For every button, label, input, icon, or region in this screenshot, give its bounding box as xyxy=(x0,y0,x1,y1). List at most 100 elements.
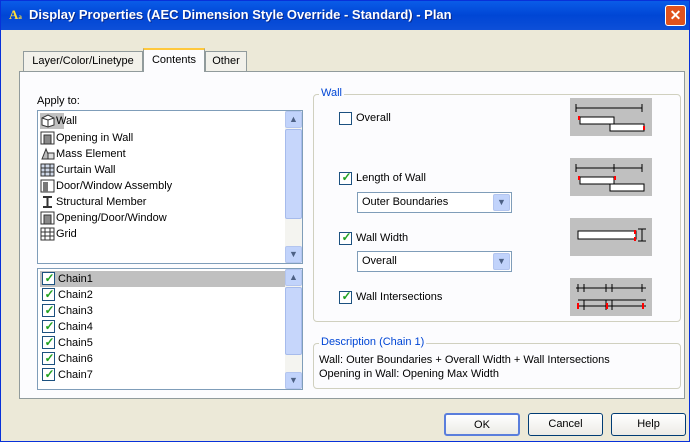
close-icon: ✕ xyxy=(669,7,682,23)
overall-preview-drawing xyxy=(575,104,645,132)
wall-width-checkbox[interactable]: ✓ xyxy=(339,230,352,245)
tab-label: Layer/Color/Linetype xyxy=(32,55,134,67)
length-of-wall-label: Length of Wall xyxy=(356,172,426,184)
wall-group-title: Wall xyxy=(319,87,344,99)
chevron-down-icon: ▼ xyxy=(289,375,298,385)
tab-label: Contents xyxy=(151,54,197,66)
mass-element-icon xyxy=(41,147,55,160)
chevron-up-icon: ▲ xyxy=(289,114,298,124)
curtain-wall-icon xyxy=(40,163,55,177)
scroll-thumb[interactable] xyxy=(285,287,302,355)
checkmark-icon: ✓ xyxy=(44,271,55,285)
ok-label: OK xyxy=(474,419,490,431)
chevron-down-icon: ▼ xyxy=(289,249,298,259)
objects-scrollbar[interactable]: ▲ ▼ xyxy=(285,111,302,263)
scroll-down-button[interactable]: ▼ xyxy=(285,246,302,263)
wall-width-label: Wall Width xyxy=(356,232,409,244)
grid-icon xyxy=(40,227,55,241)
scroll-thumb[interactable] xyxy=(285,129,302,219)
wall-intersections-label: Wall Intersections xyxy=(356,291,443,303)
length-preview-drawing xyxy=(575,164,645,192)
window-title: Display Properties (AEC Dimension Style … xyxy=(29,7,452,22)
wall-width-select[interactable]: Overall ▼ xyxy=(357,251,512,272)
structural-member-icon xyxy=(43,196,52,208)
wall-icon xyxy=(41,114,55,128)
list-item-door-window-assembly[interactable]: Door/Window Assembly xyxy=(40,178,240,194)
dialog-window: Aa Display Properties (AEC Dimension Sty… xyxy=(0,0,690,442)
intersections-preview-drawing xyxy=(576,284,646,310)
checkmark-icon: ✓ xyxy=(44,303,55,317)
door-window-assembly-icon xyxy=(40,179,55,193)
list-item-mass-element[interactable]: Mass Element xyxy=(40,146,240,162)
checkmark-icon: ✓ xyxy=(44,335,55,349)
description-line-2: Opening in Wall: Opening Max Width xyxy=(319,368,499,380)
chevron-down-icon: ▼ xyxy=(497,256,506,266)
opening-icon xyxy=(40,211,55,225)
apply-to-label: Apply to: xyxy=(37,95,80,107)
chain7-checkbox[interactable]: ✓ xyxy=(42,367,55,381)
chain1-checkbox[interactable]: ✓ xyxy=(42,271,55,285)
overall-label: Overall xyxy=(356,112,391,124)
overall-checkbox[interactable] xyxy=(339,112,352,125)
list-item-chain7[interactable]: ✓ Chain7 xyxy=(40,367,240,383)
help-button[interactable]: Help xyxy=(611,413,686,436)
list-item-structural-member[interactable]: Structural Member xyxy=(40,194,240,210)
chain6-checkbox[interactable]: ✓ xyxy=(42,351,55,365)
cancel-label: Cancel xyxy=(548,418,583,430)
width-preview-drawing xyxy=(577,228,646,242)
checkmark-icon: ✓ xyxy=(44,367,55,381)
wall-intersections-preview xyxy=(570,278,652,316)
chain5-checkbox[interactable]: ✓ xyxy=(42,335,55,349)
description-groupbox xyxy=(313,343,681,389)
apply-to-objects-list[interactable]: Wall Opening in Wall Mass Element Curtai… xyxy=(37,110,303,264)
chain2-checkbox[interactable]: ✓ xyxy=(42,287,55,301)
list-item-opening-door-window[interactable]: Opening/Door/Window xyxy=(40,210,240,226)
checkmark-icon: ✓ xyxy=(44,351,55,365)
wall-intersections-checkbox[interactable]: ✓ xyxy=(339,289,352,304)
tab-contents[interactable]: Contents xyxy=(143,48,205,72)
chains-list[interactable]: ✓ Chain1 ✓ Chain2 ✓ Chain3 ✓ Chain4 ✓ Ch… xyxy=(37,268,303,390)
list-item-grid[interactable]: Grid xyxy=(40,226,240,242)
list-item-chain2[interactable]: ✓ Chain2 xyxy=(40,287,240,303)
length-of-wall-preview xyxy=(570,158,652,196)
checkmark-icon: ✓ xyxy=(341,289,352,303)
list-item-chain4[interactable]: ✓ Chain4 xyxy=(40,319,240,335)
title-bar[interactable]: Aa Display Properties (AEC Dimension Sty… xyxy=(1,1,689,30)
chevron-up-icon: ▲ xyxy=(289,272,298,282)
chains-scrollbar[interactable]: ▲ ▼ xyxy=(285,269,302,389)
chain4-checkbox[interactable]: ✓ xyxy=(42,319,55,333)
help-label: Help xyxy=(637,418,660,430)
list-item-chain1[interactable]: ✓ Chain1 xyxy=(40,271,285,287)
list-item-curtain-wall[interactable]: Curtain Wall xyxy=(40,162,240,178)
scroll-down-button[interactable]: ▼ xyxy=(285,372,302,389)
tab-layer-color-linetype[interactable]: Layer/Color/Linetype xyxy=(23,51,143,71)
checkmark-icon: ✓ xyxy=(341,230,352,244)
tab-label: Other xyxy=(212,55,240,67)
checkmark-icon: ✓ xyxy=(44,287,55,301)
cancel-button[interactable]: Cancel xyxy=(528,413,603,436)
list-item-opening-in-wall[interactable]: Opening in Wall xyxy=(40,130,240,146)
scroll-up-button[interactable]: ▲ xyxy=(285,111,302,128)
list-item-chain3[interactable]: ✓ Chain3 xyxy=(40,303,240,319)
tab-other[interactable]: Other xyxy=(205,51,247,71)
checkmark-icon: ✓ xyxy=(44,319,55,333)
opening-icon xyxy=(40,131,55,145)
scroll-up-button[interactable]: ▲ xyxy=(285,269,302,286)
description-title: Description (Chain 1) xyxy=(319,336,427,348)
dropdown-button[interactable]: ▼ xyxy=(493,253,510,270)
checkmark-icon: ✓ xyxy=(341,170,352,184)
list-item-chain5[interactable]: ✓ Chain5 xyxy=(40,335,240,351)
list-item-chain6[interactable]: ✓ Chain6 xyxy=(40,351,240,367)
dropdown-button[interactable]: ▼ xyxy=(493,194,510,211)
chevron-down-icon: ▼ xyxy=(497,197,506,207)
length-of-wall-select[interactable]: Outer Boundaries ▼ xyxy=(357,192,512,213)
chain3-checkbox[interactable]: ✓ xyxy=(42,303,55,317)
length-of-wall-checkbox[interactable]: ✓ xyxy=(339,170,352,185)
description-line-1: Wall: Outer Boundaries + Overall Width +… xyxy=(319,354,610,366)
list-item-wall[interactable]: Wall xyxy=(40,113,77,129)
wall-width-preview xyxy=(570,218,652,256)
overall-preview xyxy=(570,98,652,136)
autocad-icon: Aa xyxy=(9,7,22,22)
close-button[interactable]: ✕ xyxy=(665,5,686,26)
ok-button[interactable]: OK xyxy=(444,413,520,436)
